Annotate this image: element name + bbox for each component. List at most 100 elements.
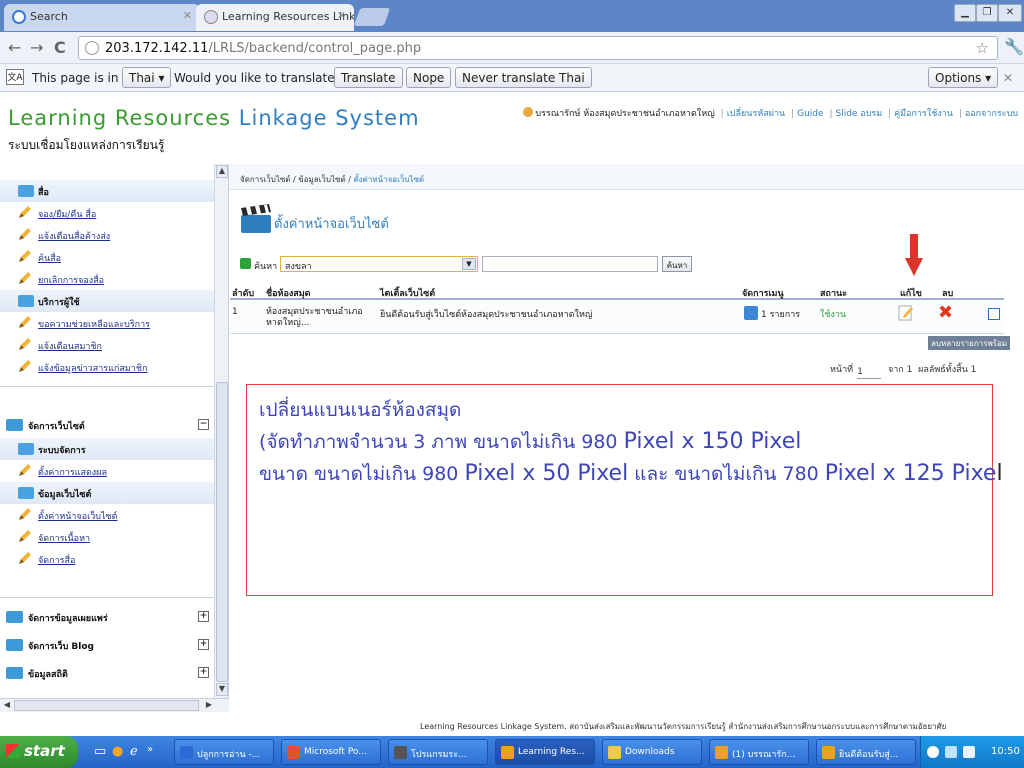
site-subtitle: ระบบเชื่อมโยงแหล่งการเรียนรู้	[8, 138, 165, 152]
close-icon[interactable]: ✕	[337, 9, 346, 22]
sidebar-item[interactable]: ตั้งค่าการแสดงผล	[0, 460, 215, 482]
sidebar-item[interactable]: สื่อ	[0, 180, 215, 202]
sidebar-item[interactable]: จัดการสื่อ	[0, 548, 215, 570]
scroll-down-arrow[interactable]: ▼	[216, 683, 228, 696]
search-button[interactable]: ค้นหา	[662, 256, 692, 272]
network-icon[interactable]	[945, 746, 957, 758]
sidebar-item-cut[interactable]	[0, 164, 215, 166]
translate-button[interactable]: Translate	[334, 67, 403, 88]
sidebar-item-label: ตั้งค่าการแสดงผล	[38, 468, 107, 478]
new-tab-button[interactable]	[353, 8, 391, 26]
folder-icon	[6, 667, 23, 679]
annotation-note-box: เปลี่ยนแบนเนอร์ห้องสมุด (จัดทำภาพจำนวน 3…	[246, 384, 1003, 596]
sidebar-section[interactable]: ข้อมูลสถิติ +	[0, 662, 215, 684]
tab-search[interactable]: Search ✕	[4, 4, 200, 31]
wrench-icon[interactable]: 🔧	[1004, 37, 1024, 56]
expand-toggle[interactable]: +	[198, 639, 209, 650]
breadcrumb: จัดการเว็บไซต์ / ข้อมูลเว็บไซต์ / ตั้งค่…	[230, 164, 1024, 190]
scroll-thumb[interactable]	[14, 700, 199, 711]
row-menu-count[interactable]: 1 รายการ	[761, 307, 800, 321]
taskbar-item[interactable]: ปลูกการอ่าน -...	[174, 739, 274, 765]
breadcrumb-item[interactable]: จัดการเว็บไซต์	[240, 175, 290, 184]
search-input[interactable]	[482, 256, 658, 272]
breadcrumb-item[interactable]: ข้อมูลเว็บไซต์	[298, 175, 345, 184]
sidebar-item[interactable]: ยกเลิกการจองสื่อ	[0, 268, 215, 290]
expand-toggle[interactable]: +	[198, 611, 209, 622]
sidebar-item[interactable]: จอง/ยืม/คืน สื่อ	[0, 202, 215, 224]
slide-link[interactable]: Slide อบรม	[835, 109, 882, 119]
options-button[interactable]: Options ▾	[928, 67, 999, 88]
ie-icon[interactable]: ℯ	[130, 744, 138, 759]
more-icon[interactable]: »	[147, 744, 153, 755]
star-icon[interactable]: ☆	[976, 39, 989, 57]
start-button[interactable]: start	[0, 736, 78, 768]
back-icon[interactable]: ←	[8, 38, 21, 57]
sidebar-item-label: ค้นสื่อ	[38, 254, 62, 264]
sidebar-item[interactable]: ข้อมูลเว็บไซต์	[0, 482, 215, 504]
scroll-left-arrow[interactable]: ◀	[1, 700, 13, 711]
app-icon	[287, 746, 300, 759]
pencil-icon	[18, 164, 32, 165]
expand-toggle[interactable]: +	[198, 667, 209, 678]
sidebar-item-label: จัดการเนื้อหา	[38, 534, 91, 544]
logout-link[interactable]: ออกจากระบบ	[965, 109, 1018, 119]
edit-menu-icon[interactable]	[744, 306, 758, 320]
collapse-toggle[interactable]: −	[198, 419, 209, 430]
sidebar-item[interactable]: ระบบจัดการ	[0, 438, 215, 460]
maximize-button[interactable]: ❐	[976, 4, 998, 22]
language-select[interactable]: Thai ▾	[122, 67, 172, 88]
current-user: บรรณารักษ์ ห้องสมุดประชาชนอำเภอหาดใหญ่	[535, 109, 715, 119]
tab-learning-resources[interactable]: Learning Resources Linkage Sy ✕	[196, 4, 354, 31]
scroll-thumb[interactable]	[216, 382, 228, 682]
minimize-button[interactable]: ▁	[954, 4, 976, 22]
taskbar-item[interactable]: Microsoft Po...	[281, 739, 381, 765]
windows-flag-icon	[6, 744, 20, 758]
sidebar-section[interactable]: จัดการเว็บ Blog +	[0, 634, 215, 656]
delete-multiple-button[interactable]: ลบหลายรายการพร้อม	[928, 336, 1011, 350]
firefox-icon[interactable]: ●	[112, 744, 123, 759]
taskbar-item[interactable]: Learning Res...	[495, 739, 595, 765]
scroll-right-arrow[interactable]: ▶	[203, 700, 215, 711]
sidebar-item[interactable]: ขอความช่วยเหลือและบริการ	[0, 312, 215, 334]
select-checkbox[interactable]	[988, 308, 1000, 320]
manual-link[interactable]: คู่มือการใช้งาน	[894, 109, 953, 119]
sidebar-item[interactable]: จัดการเนื้อหา	[0, 526, 215, 548]
sidebar-section-web[interactable]: จัดการเว็บไซต์ −	[0, 414, 215, 436]
close-icon[interactable]: ✕	[1003, 71, 1013, 85]
sidebar-item[interactable]: แจ้งข้อมูลข่าวสารแก่สมาชิก	[0, 356, 215, 378]
nope-button[interactable]: Nope	[406, 67, 452, 88]
sidebar-horizontal-scrollbar[interactable]: ◀ ▶	[0, 698, 229, 712]
sidebar-section-label: ข้อมูลสถิติ	[28, 670, 68, 680]
sidebar-item[interactable]: บริการผู้ใช้	[0, 290, 215, 312]
show-desktop-icon[interactable]: ▭	[94, 744, 106, 759]
pencil-icon	[19, 228, 31, 240]
sidebar-item[interactable]: แจ้งเตือนสื่อค้างส่ง	[0, 224, 215, 246]
site-header: Learning Resources Linkage System ระบบเช…	[0, 92, 1024, 164]
close-window-button[interactable]: ✕	[998, 4, 1022, 22]
reload-icon[interactable]: C	[54, 38, 66, 57]
scroll-up-arrow[interactable]: ▲	[216, 165, 228, 178]
sidebar-section[interactable]: จัดการข้อมูลเผยแพร่ +	[0, 606, 215, 628]
sidebar-scrollbar[interactable]: ▲ ▼	[214, 164, 228, 698]
url-input[interactable]: 203.172.142.11/LRLS/backend/control_page…	[78, 36, 998, 60]
taskbar-item[interactable]: ยินดีต้อนรับสู่...	[816, 739, 916, 765]
page-input[interactable]: 1	[857, 367, 882, 379]
chevron-left-icon[interactable]	[927, 746, 939, 758]
edit-icon[interactable]	[898, 305, 914, 321]
taskbar-item[interactable]: Downloads	[602, 739, 702, 765]
forward-icon[interactable]: →	[30, 38, 43, 57]
change-password-link[interactable]: เปลี่ยนรหัสผ่าน	[727, 109, 785, 119]
sidebar-item[interactable]: ค้นสื่อ	[0, 246, 215, 268]
volume-icon[interactable]	[963, 746, 975, 758]
taskbar-item[interactable]: โปรแกรมระ...	[388, 739, 488, 765]
close-icon[interactable]: ✕	[183, 9, 192, 22]
sidebar-item[interactable]: แจ้งเตือนสมาชิก	[0, 334, 215, 356]
row-library: ห้องสมุดประชาชนอำเภอ หาดใหญ่...	[266, 307, 363, 328]
province-select[interactable]: สงขลา ▼	[280, 256, 478, 272]
pencil-icon	[19, 508, 31, 520]
taskbar-item[interactable]: (1) บรรณารัก...	[709, 739, 809, 765]
never-translate-button[interactable]: Never translate Thai	[455, 67, 592, 88]
guide-link[interactable]: Guide	[797, 109, 823, 119]
delete-icon[interactable]: ✖	[938, 304, 953, 322]
sidebar-item[interactable]: ตั้งค่าหน้าจอเว็บไซต์	[0, 504, 215, 526]
